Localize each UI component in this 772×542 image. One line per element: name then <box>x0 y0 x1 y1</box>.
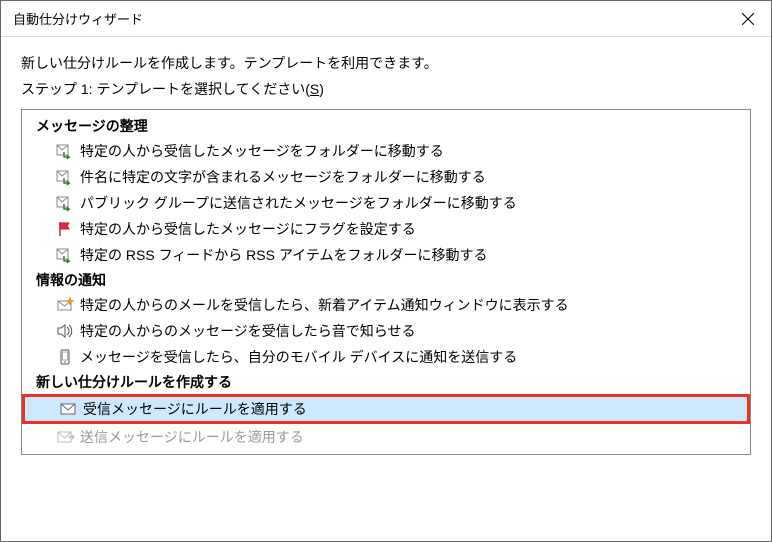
item-label: 特定の人から受信したメッセージにフラグを設定する <box>78 219 416 239</box>
item-label: 受信メッセージにルールを適用する <box>81 399 307 419</box>
step-label: ステップ 1: テンプレートを選択してください(S) <box>21 79 751 99</box>
envelope-icon <box>59 400 81 418</box>
item-label: 特定の人から受信したメッセージをフォルダーに移動する <box>78 141 444 161</box>
template-item-flag-sender[interactable]: 特定の人から受信したメッセージにフラグを設定する <box>22 216 750 242</box>
template-item-notify-window[interactable]: 特定の人からのメールを受信したら、新着アイテム通知ウィンドウに表示する <box>22 292 750 318</box>
template-item-move-subject[interactable]: 件名に特定の文字が含まれるメッセージをフォルダーに移動する <box>22 164 750 190</box>
template-item-move-group[interactable]: パブリック グループに送信されたメッセージをフォルダーに移動する <box>22 190 750 216</box>
move-folder-icon <box>56 194 78 212</box>
move-folder-icon <box>56 246 78 264</box>
move-folder-icon <box>56 168 78 186</box>
item-label: メッセージを受信したら、自分のモバイル デバイスに通知を送信する <box>78 347 517 367</box>
template-item-apply-incoming[interactable]: 受信メッセージにルールを適用する <box>22 394 750 424</box>
new-mail-icon <box>56 296 78 314</box>
window-title: 自動仕分けウィザード <box>13 9 143 28</box>
template-listbox[interactable]: メッセージの整理 特定の人から受信したメッセージをフォルダーに移動する 件名に特… <box>21 109 751 455</box>
group-header-organize: メッセージの整理 <box>22 114 750 138</box>
close-icon <box>742 13 754 25</box>
close-button[interactable] <box>725 1 771 37</box>
template-item-notify-sound[interactable]: 特定の人からのメッセージを受信したら音で知らせる <box>22 318 750 344</box>
sound-icon <box>56 322 78 340</box>
template-item-notify-mobile[interactable]: メッセージを受信したら、自分のモバイル デバイスに通知を送信する <box>22 344 750 370</box>
template-item-apply-outgoing[interactable]: 送信メッセージにルールを適用する <box>22 424 750 450</box>
item-label: 件名に特定の文字が含まれるメッセージをフォルダーに移動する <box>78 167 486 187</box>
group-header-create: 新しい仕分けルールを作成する <box>22 370 750 394</box>
titlebar: 自動仕分けウィザード <box>1 1 771 37</box>
item-label: 特定の人からのメールを受信したら、新着アイテム通知ウィンドウに表示する <box>78 295 569 315</box>
group-header-notify: 情報の通知 <box>22 268 750 292</box>
item-label: 送信メッセージにルールを適用する <box>78 427 304 447</box>
move-folder-icon <box>56 142 78 160</box>
item-label: パブリック グループに送信されたメッセージをフォルダーに移動する <box>78 193 517 213</box>
content-area: 新しい仕分けルールを作成します。テンプレートを利用できます。 ステップ 1: テ… <box>1 37 771 455</box>
item-label: 特定の RSS フィードから RSS アイテムをフォルダーに移動する <box>78 245 487 265</box>
envelope-send-icon <box>56 428 78 446</box>
template-item-rss-move[interactable]: 特定の RSS フィードから RSS アイテムをフォルダーに移動する <box>22 242 750 268</box>
mobile-icon <box>56 348 78 366</box>
item-label: 特定の人からのメッセージを受信したら音で知らせる <box>78 321 415 341</box>
intro-text: 新しい仕分けルールを作成します。テンプレートを利用できます。 <box>21 53 751 73</box>
template-item-move-sender[interactable]: 特定の人から受信したメッセージをフォルダーに移動する <box>22 138 750 164</box>
flag-icon <box>56 220 78 238</box>
